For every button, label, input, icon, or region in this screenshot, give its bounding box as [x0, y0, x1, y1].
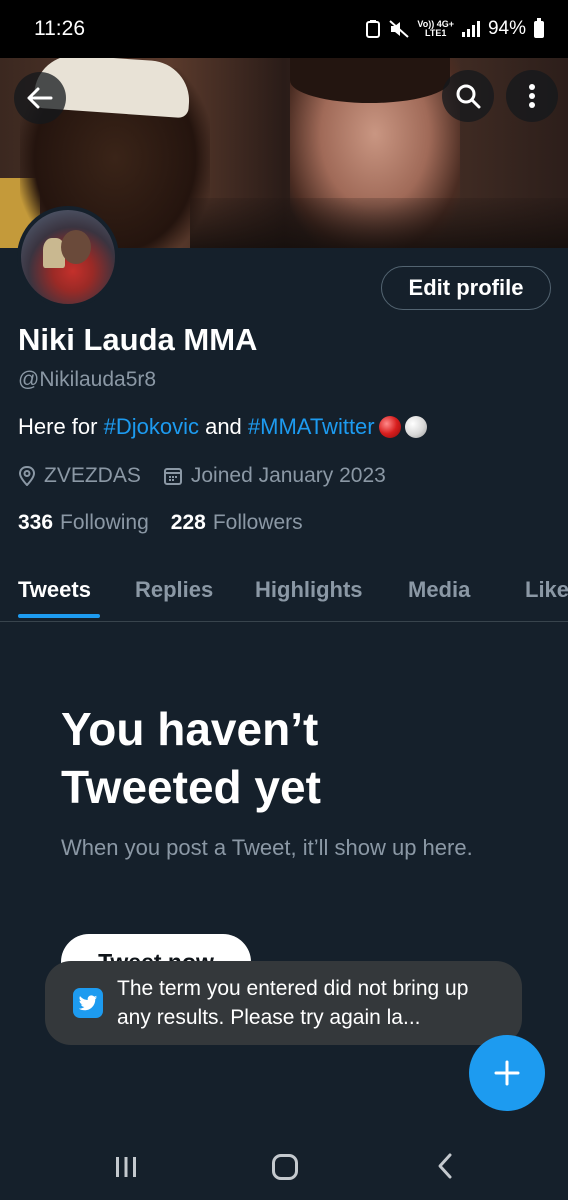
profile-location: ZVEZDAS	[44, 464, 141, 487]
back-button[interactable]	[14, 72, 66, 124]
mute-icon	[389, 20, 410, 38]
followers-count: 228	[170, 511, 206, 534]
home-icon[interactable]	[272, 1154, 298, 1180]
battery-percent: 94%	[487, 18, 526, 39]
tab-likes[interactable]: Likes	[525, 577, 568, 603]
following-link[interactable]: 336 Following	[18, 511, 149, 535]
following-label: Following	[60, 511, 149, 534]
profile-bio: Here for #Djokovic and #MMATwitter	[18, 414, 427, 440]
hashtag-djokovic[interactable]: #Djokovic	[104, 414, 199, 440]
recycle-icon	[366, 20, 381, 38]
empty-state-subtitle: When you post a Tweet, it’ll show up her…	[61, 835, 473, 860]
arrow-left-icon	[27, 87, 53, 109]
more-button[interactable]	[506, 70, 558, 122]
tab-media[interactable]: Media	[408, 577, 470, 603]
profile-tabs: Tweets Replies Highlights Media Likes	[0, 560, 568, 622]
system-navigation-bar	[0, 1132, 568, 1200]
bio-middle: and	[198, 414, 248, 439]
banner-hair	[290, 58, 450, 103]
red-ball-emoji	[378, 416, 401, 438]
toast-message: The term you entered did not bring up an…	[117, 977, 469, 1029]
nav-back-icon[interactable]	[436, 1152, 454, 1180]
search-button[interactable]	[442, 70, 494, 122]
display-name: Niki Lauda MMA	[18, 322, 258, 357]
avatar-head	[61, 230, 91, 264]
empty-state-title: You haven’t Tweeted yet	[61, 703, 321, 813]
bio-prefix: Here for	[18, 414, 104, 439]
recent-apps-icon[interactable]	[114, 1156, 138, 1178]
battery-icon	[534, 17, 544, 38]
user-handle: @Nikilauda5r8	[18, 368, 157, 391]
signal-icon	[461, 21, 480, 37]
network-indicator: Vo)) 4G+ LTE1	[417, 20, 454, 38]
twitter-bird-icon	[73, 988, 103, 1018]
network-type-bottom: LTE1	[425, 28, 447, 38]
followers-link[interactable]: 228 Followers	[171, 511, 303, 535]
white-ball-emoji	[404, 416, 427, 438]
followers-label: Followers	[212, 511, 303, 534]
search-icon	[456, 84, 481, 109]
edit-profile-button[interactable]: Edit profile	[381, 266, 551, 310]
compose-tweet-button[interactable]	[469, 1035, 545, 1111]
tab-replies[interactable]: Replies	[135, 577, 213, 603]
status-icons: Vo)) 4G+ LTE1 94%	[365, 17, 544, 40]
active-tab-indicator	[18, 614, 100, 618]
joined-date: Joined January 2023	[190, 464, 386, 487]
status-time: 11:26	[34, 17, 85, 40]
profile-meta: ZVEZDAS Joined January 2023	[18, 464, 386, 488]
following-count: 336	[18, 511, 54, 534]
location-pin-icon	[18, 466, 36, 486]
status-bar: 11:26 Vo)) 4G+ LTE1 94%	[0, 0, 568, 58]
profile-screen: 11:26 Vo)) 4G+ LTE1 94% Edit profile Nik…	[0, 0, 568, 1200]
avatar[interactable]	[17, 206, 119, 308]
calendar-icon	[163, 468, 182, 485]
follow-stats: 336 Following 228 Followers	[18, 511, 303, 535]
more-vertical-icon	[529, 84, 535, 108]
tab-highlights[interactable]: Highlights	[255, 577, 363, 603]
error-toast: The term you entered did not bring up an…	[45, 961, 522, 1045]
tab-tweets[interactable]: Tweets	[18, 577, 91, 603]
banner-crowd	[190, 198, 568, 248]
plus-icon	[494, 1060, 520, 1086]
hashtag-mmatwitter[interactable]: #MMATwitter	[248, 414, 375, 440]
